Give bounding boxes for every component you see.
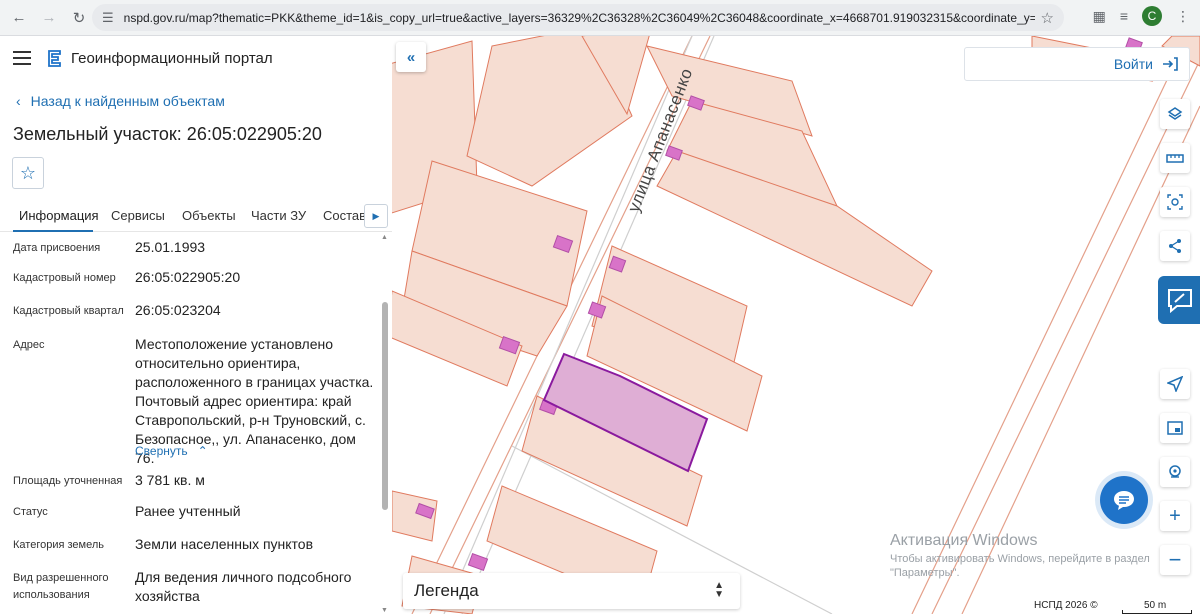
zoom-in-button[interactable]: + [1160, 501, 1190, 531]
profile-avatar[interactable]: C [1142, 6, 1162, 26]
object-title: Земельный участок: 26:05:022905:20 [13, 124, 322, 144]
layers-button[interactable] [1160, 99, 1190, 129]
active-tab-indicator [13, 230, 93, 232]
address-line: относительно ориентира, [135, 355, 301, 371]
share-icon [1169, 239, 1181, 253]
object-info-panel: Геоинформационный портал ‹ Назад к найде… [0, 36, 392, 614]
address-line: Местоположение установлено [135, 336, 334, 352]
collapse-label: Свернуть [135, 444, 188, 458]
browser-toolbar: ← → ↻ ☰ nspd.gov.ru/map?thematic=PKK&the… [0, 0, 1200, 36]
back-link-label: Назад к найденным объектам [30, 93, 225, 109]
prop-label-status: Статус [13, 506, 48, 518]
ruler-icon [1166, 154, 1184, 163]
feedback-icon [1168, 289, 1192, 313]
location-target-icon [1169, 465, 1181, 478]
feedback-panel-button[interactable] [1158, 276, 1200, 324]
media-icon[interactable]: ≡ [1120, 8, 1128, 24]
prop-value-date: 25.01.1993 [135, 239, 206, 255]
scale-bar [1122, 610, 1192, 614]
permitted-use-label-line: Вид разрешенного [13, 572, 109, 584]
bookmark-star-icon[interactable]: ☆ [1041, 9, 1054, 27]
more-menu-icon[interactable]: ⋮ [1176, 8, 1190, 25]
scroll-up-arrow-icon[interactable]: ▲ [381, 234, 388, 241]
tabs-scroll-right-button[interactable]: ▶ [364, 204, 388, 228]
permitted-use-label-line: использования [13, 589, 90, 601]
extensions-icon[interactable]: ▦ [1093, 8, 1106, 25]
tab-objects[interactable]: Объекты [182, 208, 236, 223]
prop-label-cadastral-quarter: Кадастровый квартал [13, 305, 124, 317]
back-arrow-icon[interactable]: ← [8, 7, 30, 29]
prop-value-permitted-use: Для ведения личного подсобного хозяйства [135, 568, 375, 606]
app-title: Геоинформационный портал [71, 49, 273, 67]
share-button[interactable] [1160, 231, 1190, 261]
permitted-use-line: хозяйства [135, 588, 200, 604]
area-search-button[interactable] [1160, 187, 1190, 217]
my-location-button[interactable] [1160, 369, 1190, 399]
login-label: Войти [1113, 56, 1153, 72]
chevron-up-icon: ⌃ [197, 444, 208, 458]
chevron-left-icon: ‹ [16, 93, 21, 109]
prop-label-land-category: Категория земель [13, 539, 104, 551]
map-copyright: НСПД 2026 © [1032, 600, 1100, 611]
prop-value-area: 3 781 кв. м [135, 472, 205, 488]
panel-header: Геоинформационный портал [0, 36, 392, 80]
favorite-star-button[interactable]: ☆ [12, 157, 44, 189]
prop-value-cadastral-number: 26:05:022905:20 [135, 269, 241, 285]
address-line: расположенного в границах участка. [135, 374, 374, 390]
address-line: Почтовый адрес ориентира: край [135, 393, 352, 409]
address-line: Ставропольский, р-н Труновский, с. [135, 412, 366, 428]
tab-composition[interactable]: Состав [323, 208, 366, 223]
panel-scrollbar[interactable]: ▲ ▼ [380, 232, 390, 614]
collapse-address-link[interactable]: Свернуть ⌃ [135, 444, 208, 458]
measure-button[interactable] [1160, 143, 1190, 173]
login-icon [1163, 57, 1178, 71]
tab-parts[interactable]: Части ЗУ [251, 208, 306, 223]
tab-information[interactable]: Информация [19, 208, 99, 223]
tab-services[interactable]: Сервисы [111, 208, 165, 223]
portal-logo-icon [48, 50, 61, 67]
windows-activation-watermark: Активация Windows Чтобы активировать Win… [890, 532, 1170, 580]
prop-value-status: Ранее учтенный [135, 503, 241, 519]
prop-label-permitted-use: Вид разрешенного использования [13, 570, 128, 604]
back-to-results-link[interactable]: ‹ Назад к найденным объектам [16, 93, 225, 109]
collapse-panel-button[interactable]: « [396, 42, 426, 72]
picture-in-picture-icon [1167, 421, 1183, 435]
info-tabs: Информация Сервисы Объекты Части ЗУ Сост… [0, 202, 392, 232]
prop-label-area: Площадь уточненная [13, 475, 123, 487]
legend-toggle[interactable]: Легенда ▲ ▼ [403, 573, 740, 609]
prop-value-cadastral-quarter: 26:05:023204 [135, 302, 221, 318]
forward-arrow-icon[interactable]: → [38, 7, 60, 29]
parcels [392, 36, 1200, 614]
geolocation-button[interactable] [1160, 457, 1190, 487]
address-bar[interactable]: ☰ nspd.gov.ru/map?thematic=PKK&theme_id=… [92, 4, 1064, 31]
expand-collapse-icon: ▲ ▼ [714, 580, 724, 600]
basemap-button[interactable] [1160, 413, 1190, 443]
scrollbar-thumb[interactable] [382, 302, 388, 510]
map-canvas[interactable]: улица Апанасенко « Войти + − Активация W… [392, 36, 1200, 614]
chat-bubble-icon [1114, 491, 1134, 510]
watermark-text: Чтобы активировать Windows, перейдите в … [890, 553, 1150, 579]
legend-label: Легенда [414, 581, 479, 600]
site-settings-icon[interactable]: ☰ [102, 10, 114, 26]
permitted-use-line: Для ведения личного подсобного [135, 569, 352, 585]
navigation-arrow-icon [1167, 376, 1183, 392]
login-button[interactable]: Войти [964, 47, 1190, 81]
prop-value-land-category: Земли населенных пунктов [135, 536, 314, 552]
chat-support-button[interactable] [1100, 476, 1148, 524]
scroll-down-arrow-icon[interactable]: ▼ [381, 607, 388, 614]
select-area-icon [1167, 194, 1183, 210]
layers-icon [1167, 107, 1183, 120]
url-text: nspd.gov.ru/map?thematic=PKK&theme_id=1&… [123, 10, 1035, 25]
reload-icon[interactable]: ↻ [68, 7, 90, 29]
prop-label-cadastral-number: Кадастровый номер [13, 272, 116, 284]
watermark-title: Активация Windows [890, 532, 1038, 549]
prop-label-address: Адрес [13, 339, 45, 351]
cadastral-map-layer[interactable] [392, 36, 1200, 614]
hamburger-menu-icon[interactable] [13, 51, 31, 65]
prop-label-date: Дата присвоения [13, 242, 101, 254]
